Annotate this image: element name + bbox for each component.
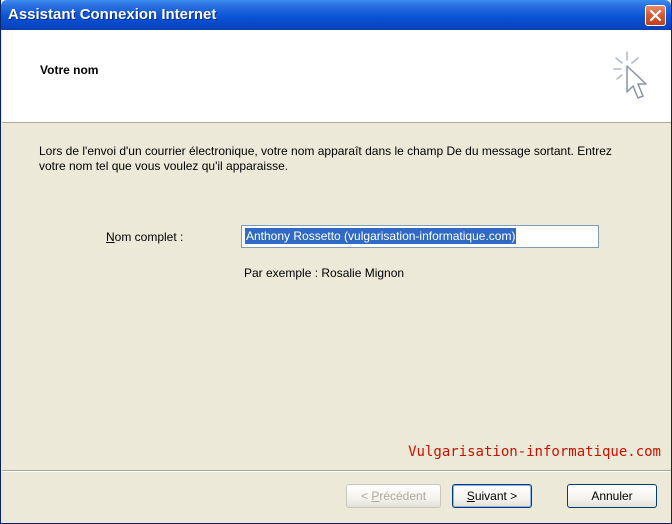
description-text: Lors de l'envoi d'un courrier électroniq… (39, 144, 612, 173)
previous-prefix: < (360, 489, 372, 503)
name-label-text: om complet : (114, 230, 184, 244)
name-field-label: Nom complet : (106, 230, 183, 244)
page-title: Votre nom (40, 63, 99, 77)
next-mnemonic: S (466, 489, 475, 503)
next-label: uivant > (474, 489, 518, 503)
watermark: Vulgarisation-informatique.com (408, 444, 661, 460)
previous-button[interactable]: < Précédent (346, 484, 441, 508)
full-name-value: Anthony Rossetto (vulgarisation-informat… (245, 228, 517, 244)
close-button[interactable] (645, 5, 666, 26)
window-title: Assistant Connexion Internet (8, 6, 217, 23)
wizard-header: Votre nom (2, 30, 671, 123)
footer-divider (2, 470, 671, 472)
example-text: Par exemple : Rosalie Mignon (244, 266, 405, 280)
wizard-cursor-icon (613, 50, 653, 105)
wizard-window: Assistant Connexion Internet Votre nom L… (0, 0, 672, 524)
previous-label: récédent (379, 489, 427, 503)
full-name-input[interactable]: Anthony Rossetto (vulgarisation-informat… (241, 225, 599, 248)
cancel-button[interactable]: Annuler (567, 484, 657, 508)
title-bar[interactable]: Assistant Connexion Internet (1, 0, 671, 30)
next-button[interactable]: Suivant > (452, 484, 532, 508)
name-label-mnemonic: N (106, 230, 115, 244)
